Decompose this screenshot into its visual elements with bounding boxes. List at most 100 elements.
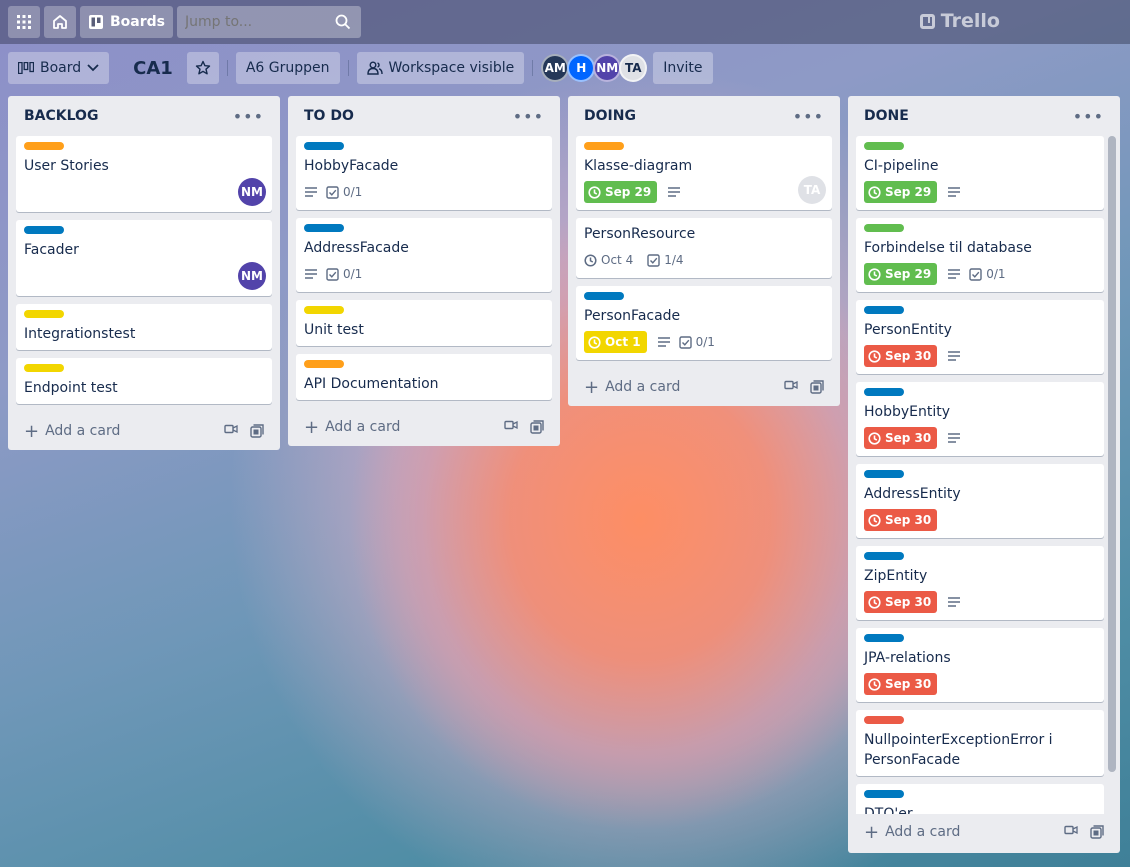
list-title[interactable]: BACKLOG [24,108,98,124]
card-label-yellow[interactable] [24,364,64,372]
card-label-orange[interactable] [304,360,344,368]
boards-button[interactable]: Boards [80,6,173,38]
member-avatars: AM H NM TA [541,54,648,82]
list-title[interactable]: DOING [584,108,636,124]
apps-button[interactable] [8,6,40,38]
card-label-blue[interactable] [24,226,64,234]
avatar[interactable]: NM [238,178,266,206]
template-icon[interactable] [250,424,264,438]
due-date-badge[interactable]: Oct 1 [584,331,647,353]
list-card[interactable]: HobbyEntity Sep 30 [856,382,1104,456]
board-title[interactable]: CA1 [125,58,181,79]
card-label-yellow[interactable] [24,310,64,318]
add-card-button[interactable]: + Add a card [584,377,680,398]
card-title: Endpoint test [24,380,118,396]
card-label-blue[interactable] [864,470,904,478]
card-label-orange[interactable] [24,142,64,150]
card-label-blue[interactable] [864,634,904,642]
avatar[interactable]: TA [619,54,648,82]
visibility-button[interactable]: Workspace visible [356,52,525,84]
video-icon[interactable] [1064,825,1078,835]
list-title[interactable]: DONE [864,108,909,124]
video-icon[interactable] [784,380,798,390]
card-label-green[interactable] [864,224,904,232]
more-icon[interactable]: ••• [233,107,264,126]
search-icon[interactable] [335,14,351,30]
list-card[interactable]: Integrationstest [16,304,272,350]
list-card[interactable]: Klasse-diagram Sep 29 TA [576,136,832,210]
invite-button[interactable]: Invite [653,52,713,84]
list-card[interactable]: PersonResource Oct 4 1/4 [576,218,832,278]
description-icon [304,268,318,280]
list-card[interactable]: AddressEntity Sep 30 [856,464,1104,538]
search-input[interactable] [177,6,361,38]
list-card[interactable]: Facader NM [16,220,272,296]
more-icon[interactable]: ••• [793,107,824,126]
add-card-button[interactable]: + Add a card [24,421,120,442]
template-icon[interactable] [1090,825,1104,839]
avatar[interactable]: AM [541,54,570,82]
card-label-orange[interactable] [584,142,624,150]
list-card[interactable]: JPA-relations Sep 30 [856,628,1104,702]
add-card-button[interactable]: + Add a card [864,822,960,843]
list-title[interactable]: TO DO [304,108,354,124]
avatar[interactable]: TA [798,176,826,204]
list-card[interactable]: NullpointerExceptionError i PersonFacade [856,710,1104,776]
card-label-blue[interactable] [864,790,904,798]
list-card[interactable]: CI-pipeline Sep 29 [856,136,1104,210]
card-title: Forbindelse til database [864,240,1032,256]
board-view-switcher[interactable]: Board [8,52,110,84]
search-box [173,6,361,38]
avatar[interactable]: NM [238,262,266,290]
workspace-button[interactable]: A6 Gruppen [235,52,340,84]
due-date: Oct 1 [605,335,641,349]
list-card[interactable]: Forbindelse til database Sep 29 0/1 [856,218,1104,292]
video-icon[interactable] [224,424,238,434]
star-button[interactable] [186,52,219,84]
due-date-badge[interactable]: Sep 29 [864,263,938,285]
due-date-badge[interactable]: Sep 29 [584,181,658,203]
list-card[interactable]: Endpoint test [16,358,272,404]
scrollbar-thumb[interactable] [1108,136,1116,772]
card-label-blue[interactable] [864,306,904,314]
card-label-blue[interactable] [864,388,904,396]
card-label-blue[interactable] [304,224,344,232]
add-card-button[interactable]: + Add a card [304,417,400,438]
due-date-badge[interactable]: Sep 30 [864,427,938,449]
card-label-yellow[interactable] [304,306,344,314]
home-button[interactable] [44,6,76,38]
card-label-red[interactable] [864,716,904,724]
list-card[interactable]: Unit test [296,300,552,346]
video-icon[interactable] [504,420,518,430]
trello-logo[interactable]: Trello [919,10,1000,32]
star-icon [195,60,211,75]
due-date-badge[interactable]: Sep 30 [864,345,938,367]
card-badges: 0/1 [304,262,544,286]
card-label-blue[interactable] [864,552,904,560]
card-label-blue[interactable] [584,292,624,300]
template-icon[interactable] [530,420,544,434]
due-date-badge[interactable]: Oct 4 [584,253,633,267]
avatar[interactable]: NM [593,54,622,82]
add-card-tools [504,420,544,434]
list-card[interactable]: DTO'er [856,784,1104,814]
list-card[interactable]: PersonEntity Sep 30 [856,300,1104,374]
avatar[interactable]: H [567,54,596,82]
due-date-badge[interactable]: Sep 29 [864,181,938,203]
card-badges: Sep 30 [864,590,1096,614]
due-date-badge[interactable]: Sep 30 [864,509,938,531]
list-card[interactable]: PersonFacade Oct 1 0/1 [576,286,832,360]
more-icon[interactable]: ••• [1073,107,1104,126]
more-icon[interactable]: ••• [513,107,544,126]
list-scrollbar[interactable] [1108,136,1116,772]
list-card[interactable]: API Documentation [296,354,552,400]
card-label-green[interactable] [864,142,904,150]
due-date-badge[interactable]: Sep 30 [864,673,938,695]
card-label-blue[interactable] [304,142,344,150]
list-card[interactable]: ZipEntity Sep 30 [856,546,1104,620]
list-card[interactable]: User Stories NM [16,136,272,212]
template-icon[interactable] [810,380,824,394]
due-date-badge[interactable]: Sep 30 [864,591,938,613]
list-card[interactable]: HobbyFacade 0/1 [296,136,552,210]
list-card[interactable]: AddressFacade 0/1 [296,218,552,292]
